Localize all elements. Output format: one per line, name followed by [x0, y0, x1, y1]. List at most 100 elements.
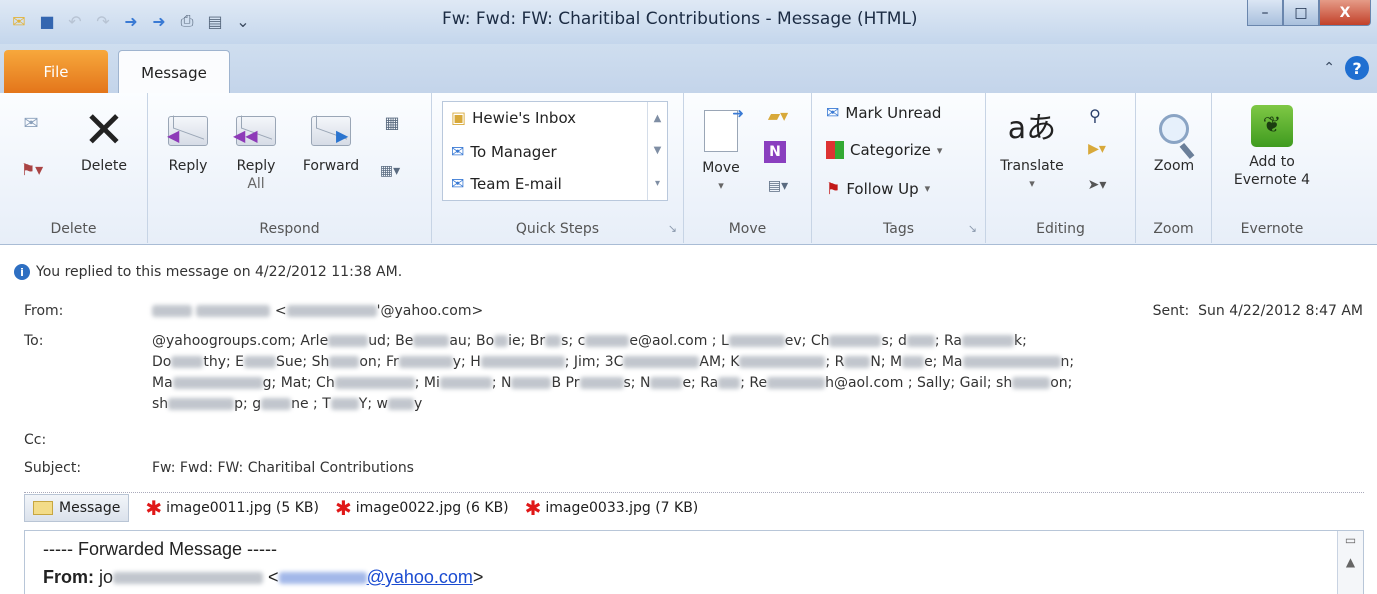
- related-button[interactable]: ▶▾: [1080, 137, 1114, 161]
- expand-icon[interactable]: ▾: [655, 178, 660, 189]
- attachment-label: image0011.jpg (5 KB): [166, 499, 319, 516]
- quick-steps-scroll[interactable]: ▲ ▼ ▾: [647, 102, 667, 200]
- actions-button[interactable]: ▤▾: [760, 175, 796, 197]
- close-button[interactable]: X: [1319, 0, 1371, 26]
- delete-label: Delete: [81, 158, 127, 174]
- save-icon[interactable]: ■: [36, 10, 58, 32]
- attachments-bar: Message ✱ image0011.jpg (5 KB) ✱ image00…: [24, 492, 1364, 522]
- body-email-suffix: @yahoo.com: [366, 567, 473, 587]
- attachment-item[interactable]: ✱ image0022.jpg (6 KB): [335, 496, 509, 520]
- zoom-group: Zoom Zoom: [1136, 93, 1212, 243]
- quick-step-item[interactable]: ✉ Team E-mail: [451, 174, 562, 193]
- preview-icon[interactable]: ▤: [204, 10, 226, 32]
- reply-label: Reply: [168, 158, 208, 174]
- ignore-button[interactable]: ✉: [18, 111, 44, 137]
- move-button[interactable]: ➜ Move ▾: [692, 103, 750, 195]
- redacted-text: [579, 377, 624, 389]
- recipient-text: @yahoogroups.com; Arle: [152, 333, 329, 349]
- quick-step-item[interactable]: ✉ To Manager: [451, 142, 557, 161]
- reply-all-label-2: All: [247, 176, 265, 192]
- info-icon: i: [14, 264, 30, 280]
- from-email-link[interactable]: @yahoo.com: [278, 567, 473, 587]
- recipient-text: ne ; T: [291, 396, 331, 412]
- quick-step-item[interactable]: ▣ Hewie's Inbox: [451, 108, 576, 127]
- message-attachment-tab[interactable]: Message: [24, 493, 130, 522]
- tab-file[interactable]: File: [4, 50, 108, 94]
- recipient-text: e; Ma: [924, 354, 963, 370]
- reply-all-button[interactable]: ◀◀ Reply All: [226, 105, 286, 193]
- recipient-text: s; d: [881, 333, 907, 349]
- quick-step-label: Team E-mail: [470, 174, 562, 193]
- to-line-2: Do thy; E Sue; Sh on; Fr y; H ; Jim; 3C AM; K;…: [152, 352, 1367, 373]
- forward-button[interactable]: ▶ Forward: [296, 105, 366, 175]
- attachment-item[interactable]: ✱ image0033.jpg (7 KB): [525, 496, 699, 520]
- recipient-text: ; Ra: [934, 333, 963, 349]
- meeting-icon: ▦: [384, 113, 400, 132]
- categorize-label: Categorize: [850, 141, 931, 159]
- select-button[interactable]: ➤▾: [1080, 173, 1114, 197]
- print-icon[interactable]: ⎙: [176, 10, 198, 32]
- redacted-text: [329, 356, 360, 368]
- body-scrollbar[interactable]: ▭ ▲: [1337, 531, 1363, 594]
- help-icon[interactable]: ?: [1345, 56, 1369, 80]
- translate-button[interactable]: aあ Translate ▾: [992, 101, 1072, 193]
- envelope-icon: [33, 500, 53, 515]
- redacted-text: [480, 356, 565, 368]
- redacted-text: [1012, 377, 1051, 389]
- message-body[interactable]: ----- Forwarded Message ----- From: jo <…: [24, 530, 1364, 594]
- follow-up-button[interactable]: ⚑ Follow Up ▾: [826, 179, 930, 198]
- scroll-up-icon[interactable]: ▲: [654, 113, 662, 124]
- undo-icon[interactable]: ↶: [64, 10, 86, 32]
- meeting-button[interactable]: ▦: [380, 111, 404, 135]
- translate-label: Translate: [1000, 158, 1064, 174]
- move-label: Move: [702, 160, 740, 176]
- recipient-text: ; Jim; 3C: [564, 354, 624, 370]
- tab-message[interactable]: Message: [118, 50, 230, 94]
- customize-qat-icon[interactable]: ⌄: [232, 10, 254, 32]
- find-button[interactable]: ⚲: [1082, 103, 1108, 129]
- attachment-item[interactable]: ✱ image0011.jpg (5 KB): [145, 496, 319, 520]
- scroll-up-icon[interactable]: ▲: [1346, 555, 1355, 569]
- redacted-text: [328, 335, 369, 347]
- from-value[interactable]: < '@yahoo.com>: [152, 301, 483, 322]
- recipient-text: AM; K: [699, 354, 740, 370]
- to-line-4: sh p; g ne ; T Y; w y: [152, 394, 1367, 415]
- down-arrow-icon[interactable]: ➜: [148, 10, 170, 32]
- evernote-group: ❦ Add to Evernote 4 Evernote: [1212, 93, 1332, 243]
- delete-button[interactable]: ✕ Delete: [72, 103, 136, 175]
- maximize-button[interactable]: □: [1283, 0, 1319, 26]
- broken-image-icon: ✱: [524, 495, 542, 520]
- recipient-text: e@aol.com ; L: [629, 333, 729, 349]
- attachment-label: image0022.jpg (6 KB): [355, 499, 509, 516]
- zoom-button[interactable]: Zoom: [1144, 101, 1204, 175]
- add-to-label-1: Add to: [1249, 154, 1295, 170]
- minimize-ribbon-icon[interactable]: ⌃: [1323, 60, 1335, 76]
- redacted-text: [286, 305, 377, 317]
- recipient-text: ; Re: [740, 375, 768, 391]
- mail-icon[interactable]: ✉: [8, 10, 30, 32]
- info-bar[interactable]: i You replied to this message on 4/22/20…: [14, 264, 402, 280]
- junk-button[interactable]: ⚑▾: [18, 157, 46, 183]
- move-icon: ➜: [698, 103, 744, 159]
- redo-icon[interactable]: ↷: [92, 10, 114, 32]
- scroll-down-icon[interactable]: ▼: [654, 145, 662, 156]
- redacted-text: [728, 335, 785, 347]
- follow-up-label: Follow Up: [846, 179, 919, 198]
- body-from-prefix: jo: [99, 567, 114, 587]
- reply-button[interactable]: ◀ Reply: [160, 105, 216, 175]
- categorize-button[interactable]: ■ Categorize ▾: [826, 141, 942, 159]
- mark-unread-label: Mark Unread: [845, 103, 942, 122]
- up-arrow-icon[interactable]: ➜: [120, 10, 142, 32]
- onenote-button[interactable]: N: [764, 141, 786, 163]
- sent-info: Sent: Sun 4/22/2012 8:47 AM: [1153, 303, 1363, 319]
- more-respond-button[interactable]: ▦▾: [370, 159, 410, 183]
- minimize-button[interactable]: –: [1247, 0, 1283, 26]
- recipient-text: ; N: [491, 375, 512, 391]
- to-recipients[interactable]: @yahoogroups.com; Arle ud; Be au; Bo ie; Br…: [152, 331, 1367, 415]
- add-to-evernote-button[interactable]: ❦ Add to Evernote 4: [1224, 101, 1320, 189]
- window-controls: – □ X: [1247, 0, 1371, 26]
- rules-button[interactable]: ▰▾: [760, 105, 796, 127]
- translate-icon: aあ: [1007, 111, 1057, 146]
- mark-unread-button[interactable]: ✉ Mark Unread: [826, 103, 941, 122]
- move-group: ➜ Move ▾ ▰▾ N ▤▾ Move: [684, 93, 812, 243]
